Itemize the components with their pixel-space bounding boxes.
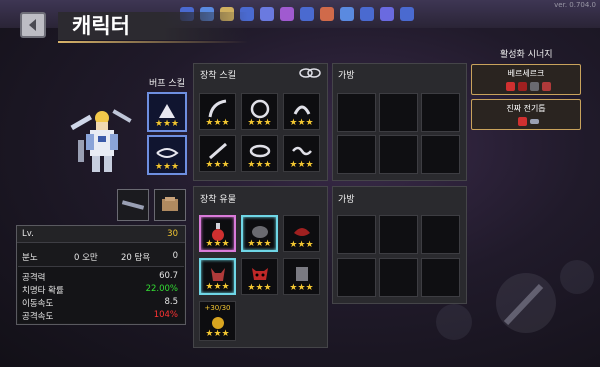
bag-cell[interactable] bbox=[337, 135, 376, 174]
synergy-name: 진짜 전기톱 bbox=[506, 104, 546, 113]
anger-value: 0 오만 bbox=[74, 253, 98, 263]
skill-button-bg bbox=[436, 304, 472, 340]
back-arrow-icon bbox=[29, 19, 36, 31]
equip-skill-slot-1[interactable]: ★ ★ ★ bbox=[199, 93, 236, 130]
buff-skill-slot-1[interactable]: ★ ★ ★ bbox=[147, 92, 187, 132]
buff-skill-slot-2[interactable]: ★ ★ ★ bbox=[147, 135, 187, 175]
equip-skill-label: 장착 스킬 bbox=[200, 71, 236, 81]
bag-cell[interactable] bbox=[421, 135, 460, 174]
relic-counter: +30/30 bbox=[204, 304, 231, 312]
potion-mini-icon bbox=[518, 117, 527, 126]
atkspd-value: 104% bbox=[153, 310, 178, 320]
potion-mini-icon bbox=[506, 82, 515, 91]
buff-skill-label: 버프 스킬 bbox=[149, 79, 185, 89]
page-title: 캐릭터 bbox=[58, 12, 248, 43]
greed-value: 0 bbox=[172, 251, 178, 261]
page-title-text: 캐릭터 bbox=[72, 14, 130, 38]
beast-mini-icon bbox=[518, 82, 527, 91]
crit-row: 치명타 확률 22.00% bbox=[22, 284, 178, 296]
armor-slot[interactable] bbox=[154, 189, 186, 221]
bag-cell[interactable] bbox=[421, 258, 460, 297]
equip-skill-slot-4[interactable]: ★ ★ ★ bbox=[199, 135, 236, 172]
bag-cell[interactable] bbox=[337, 215, 376, 254]
bag-top-label: 가방 bbox=[338, 71, 355, 81]
attack-sword-icon bbox=[496, 273, 556, 333]
bg-hud-icon bbox=[280, 7, 294, 21]
gold-coin-icon bbox=[212, 317, 224, 329]
level-row-content: Lv. 30 bbox=[22, 229, 178, 239]
armor-icon bbox=[162, 197, 178, 211]
synergy-item-chainsaw[interactable]: 진짜 전기톱 bbox=[471, 99, 581, 130]
stone-mini-icon bbox=[530, 82, 539, 91]
bag-cell[interactable] bbox=[379, 258, 418, 297]
synergy-item-berserk[interactable]: 베르세르크 bbox=[471, 64, 581, 95]
demon-mini-icon bbox=[542, 82, 551, 91]
bag-cell[interactable] bbox=[421, 215, 460, 254]
bag-cell[interactable] bbox=[421, 93, 460, 132]
bg-hud-icon bbox=[380, 7, 394, 21]
atkspd-label: 공격속도 bbox=[22, 312, 54, 322]
equip-skill-slot-6[interactable]: ★ ★ ★ bbox=[283, 135, 320, 172]
bag-cell[interactable] bbox=[379, 135, 418, 174]
relic-slot-4[interactable]: ★ ★ ★ bbox=[199, 258, 236, 295]
bg-hud-icon bbox=[300, 7, 314, 21]
move-label: 이동속도 bbox=[22, 299, 54, 309]
version-label: ver. 0.704.0 bbox=[554, 1, 596, 9]
stone-icon bbox=[251, 225, 268, 238]
character-sprite bbox=[66, 100, 138, 182]
attack-label: 공격력 bbox=[22, 273, 46, 283]
equip-relic-label: 장착 유물 bbox=[200, 195, 236, 205]
relic-slot-1[interactable]: ★ ★ ★ bbox=[199, 215, 236, 252]
red-beast-icon bbox=[293, 228, 310, 237]
crit-label: 치명타 확률 bbox=[22, 286, 64, 296]
synergy-title: 활성화 시너지 bbox=[500, 50, 553, 60]
saw-mini-icon bbox=[530, 119, 539, 124]
mask-icon bbox=[251, 268, 268, 281]
relic-slot-5[interactable]: ★ ★ ★ bbox=[241, 258, 278, 295]
equip-skill-slot-5[interactable]: ★ ★ ★ bbox=[241, 135, 278, 172]
synergy-name: 베르세르크 bbox=[507, 69, 545, 78]
equip-skill-slot-3[interactable]: ★ ★ ★ bbox=[283, 93, 320, 130]
buff-icon-2 bbox=[156, 147, 179, 158]
weapon-slot[interactable] bbox=[117, 189, 149, 221]
equip-skill-slot-2[interactable]: ★ ★ ★ bbox=[241, 93, 278, 130]
gauntlet-icon bbox=[295, 267, 308, 282]
bg-hud-icon bbox=[360, 7, 374, 21]
atkspd-row: 공격속도 104% bbox=[22, 310, 178, 322]
relic-slot-3[interactable]: ★ ★ ★ bbox=[283, 215, 320, 252]
bg-hud-icon bbox=[260, 7, 274, 21]
bg-hud-icon bbox=[320, 7, 334, 21]
move-value: 8.5 bbox=[164, 297, 178, 307]
skill-button-bg bbox=[560, 260, 594, 294]
relic-slot-6[interactable]: ★ ★ ★ bbox=[283, 258, 320, 295]
bag-bottom-label: 가방 bbox=[338, 195, 355, 205]
bg-hud-icon bbox=[340, 7, 354, 21]
title-underline bbox=[58, 41, 248, 43]
bag-cell[interactable] bbox=[337, 93, 376, 132]
link-icon[interactable] bbox=[298, 67, 322, 79]
level-value: 30 bbox=[167, 229, 178, 239]
attack-row: 공격력 60.7 bbox=[22, 271, 178, 283]
bag-cell[interactable] bbox=[379, 215, 418, 254]
attack-value: 60.7 bbox=[159, 271, 178, 281]
weapon-icon bbox=[121, 200, 145, 210]
move-row: 이동속도 8.5 bbox=[22, 297, 178, 309]
level-label: Lv. bbox=[22, 229, 34, 239]
crit-value: 22.00% bbox=[145, 284, 178, 294]
bg-hud-icon bbox=[400, 7, 414, 21]
back-button[interactable] bbox=[20, 12, 46, 38]
bag-cell[interactable] bbox=[337, 258, 376, 297]
anger-label: 분노 bbox=[22, 253, 38, 263]
bag-cell[interactable] bbox=[379, 93, 418, 132]
relic-slot-7[interactable]: +30/30 ★ ★ ★ bbox=[199, 301, 236, 341]
pride-value: 20 탐욕 bbox=[121, 253, 151, 263]
relic-slot-2[interactable]: ★ ★ ★ bbox=[241, 215, 278, 252]
